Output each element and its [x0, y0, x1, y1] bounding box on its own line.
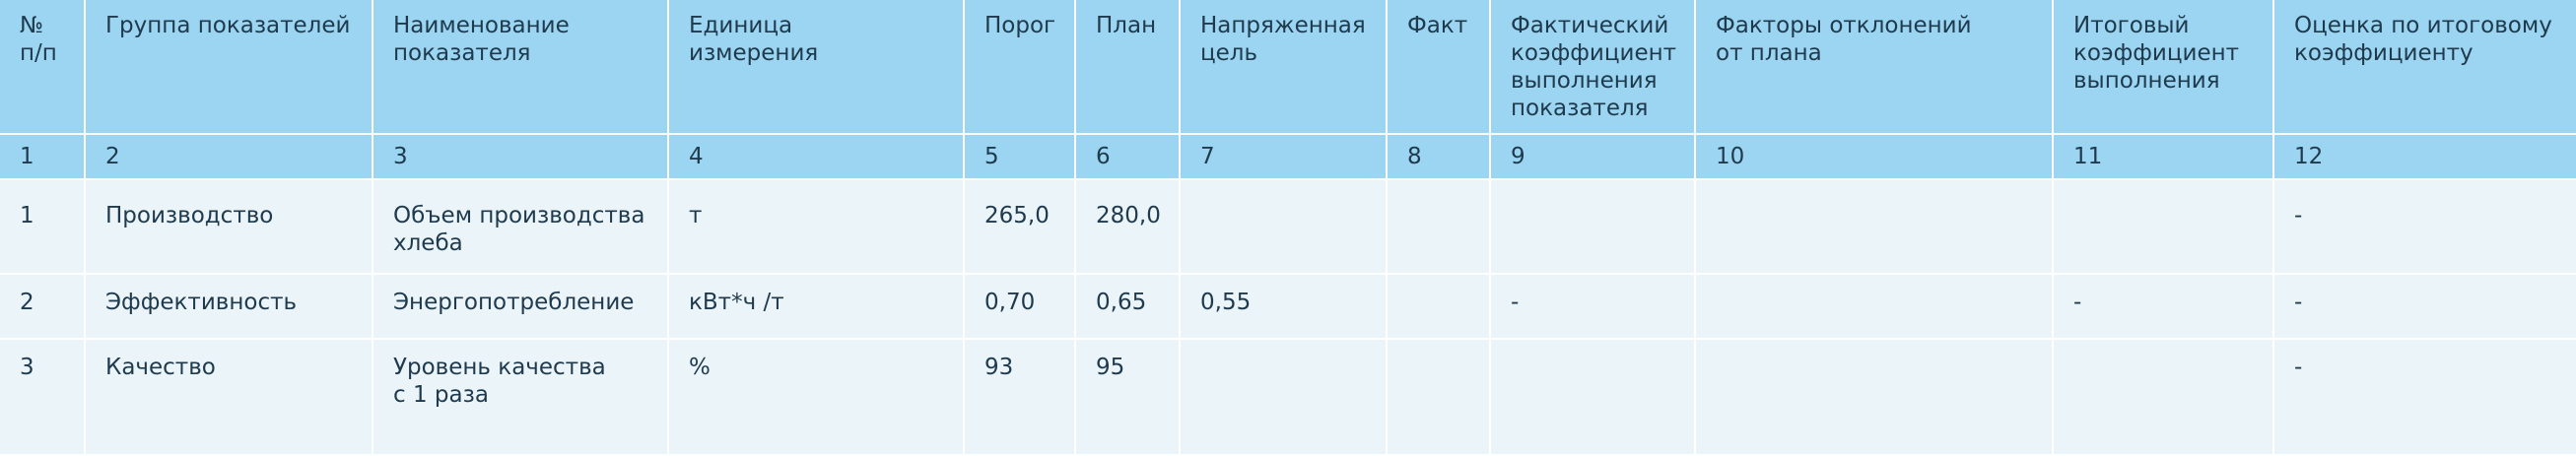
column-number-cell: 10 [1695, 134, 2054, 180]
column-number-cell: 6 [1075, 134, 1181, 180]
column-number-cell: 4 [668, 134, 965, 180]
table-cell: 1 [0, 179, 86, 275]
table-cell [2053, 339, 2274, 456]
table-cell: 2 [0, 274, 86, 340]
header-cell-stretch-goal: Напряженная цель [1180, 0, 1388, 135]
header-cell-final-rating: Оценка по итоговому коэффициенту [2273, 0, 2576, 135]
column-number-cell: 8 [1387, 134, 1491, 180]
table-cell: - [2273, 179, 2576, 275]
table-cell: 3 [0, 339, 86, 456]
column-number-row: 1 2 3 4 5 6 7 8 9 10 11 12 [0, 134, 2576, 180]
table-cell: 265,0 [964, 179, 1076, 275]
table-cell [1695, 179, 2054, 275]
column-number-cell: 11 [2053, 134, 2274, 180]
table-cell: 280,0 [1075, 179, 1181, 275]
table-cell [1387, 274, 1491, 340]
table-cell: Производство [85, 179, 373, 275]
table-cell: 0,65 [1075, 274, 1181, 340]
table-cell [1490, 179, 1696, 275]
header-cell-number: № п/п [0, 0, 86, 135]
table-row: 2 Эффективность Энергопотребление кВт*ч … [0, 274, 2576, 340]
column-number-cell: 5 [964, 134, 1076, 180]
table-row: 3 Качество Уровень качества с 1 раза % 9… [0, 339, 2576, 456]
header-cell-deviation-factors: Факторы отклонений от плана [1695, 0, 2054, 135]
header-cell-actual-coefficient: Фактический коэффициент выполнения показ… [1490, 0, 1696, 135]
table-cell: - [1490, 274, 1696, 340]
table-cell: 95 [1075, 339, 1181, 456]
table-cell: кВт*ч /т [668, 274, 965, 340]
table-cell: Качество [85, 339, 373, 456]
table-cell [2053, 179, 2274, 275]
table-cell: Эффективность [85, 274, 373, 340]
table-cell: - [2273, 339, 2576, 456]
header-cell-fact: Факт [1387, 0, 1491, 135]
header-cell-threshold: Порог [964, 0, 1076, 135]
table-cell: Объем производства хлеба [373, 179, 669, 275]
column-number-cell: 3 [373, 134, 669, 180]
table-cell: 93 [964, 339, 1076, 456]
table-cell: - [2273, 274, 2576, 340]
column-number-cell: 12 [2273, 134, 2576, 180]
table-cell: Уровень качества с 1 раза [373, 339, 669, 456]
table-cell [1695, 339, 2054, 456]
table-cell: Энергопотребление [373, 274, 669, 340]
kpi-table: № п/п Группа показателей Наименование по… [0, 0, 2576, 456]
header-cell-final-coefficient: Итоговый коэффициент выполнения [2053, 0, 2274, 135]
table-cell [1387, 339, 1491, 456]
table-cell [1180, 179, 1388, 275]
table-cell: % [668, 339, 965, 456]
table-cell: 0,55 [1180, 274, 1388, 340]
header-cell-plan: План [1075, 0, 1181, 135]
header-cell-indicator-name: Наименование показателя [373, 0, 669, 135]
column-number-cell: 9 [1490, 134, 1696, 180]
table-cell [1490, 339, 1696, 456]
column-number-cell: 1 [0, 134, 86, 180]
header-cell-group: Группа показателей [85, 0, 373, 135]
column-number-cell: 2 [85, 134, 373, 180]
table-row: 1 Производство Объем производства хлеба … [0, 179, 2576, 275]
table-cell: 0,70 [964, 274, 1076, 340]
header-row: № п/п Группа показателей Наименование по… [0, 0, 2576, 135]
table-cell [1180, 339, 1388, 456]
column-number-cell: 7 [1180, 134, 1388, 180]
table-cell: - [2053, 274, 2274, 340]
table-cell [1387, 179, 1491, 275]
header-cell-unit: Единица измерения [668, 0, 965, 135]
table-cell [1695, 274, 2054, 340]
table-cell: т [668, 179, 965, 275]
